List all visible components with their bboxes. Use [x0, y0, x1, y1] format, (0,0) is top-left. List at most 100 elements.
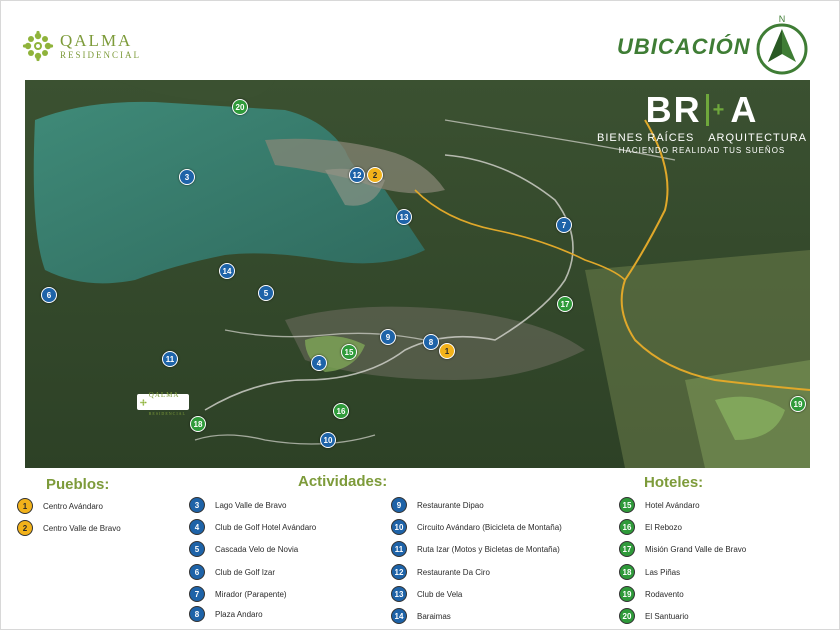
- legend-label: Cascada Velo de Novia: [215, 544, 299, 554]
- north-compass-icon: N: [756, 14, 808, 75]
- legend-label: El Santuario: [645, 611, 689, 621]
- legend-item-hotel: 17 Misión Grand Valle de Bravo: [619, 541, 746, 557]
- br-a-overlay-logo: BR + A BIENES RAÍCES ARQUITECTURA HACIEN…: [597, 89, 807, 156]
- legend-item-actividad: 9 Restaurante Dipao: [391, 497, 484, 513]
- map-marker-12[interactable]: 12: [349, 167, 365, 183]
- map-marker-14[interactable]: 14: [219, 263, 235, 279]
- satellite-map[interactable]: BR + A BIENES RAÍCES ARQUITECTURA HACIEN…: [25, 80, 810, 468]
- legend-label: Centro Avándaro: [43, 501, 103, 511]
- marker-badge: 13: [391, 586, 407, 602]
- legend-item-actividad: 11 Ruta Izar (Motos y Bicletas de Montañ…: [391, 541, 560, 557]
- legend-label: Restaurante Da Ciro: [417, 567, 490, 577]
- map-marker-7[interactable]: 7: [556, 217, 572, 233]
- br-line-right: ARQUITECTURA: [708, 132, 807, 144]
- page-title: UBICACIÓN: [617, 34, 751, 59]
- br-line-left: BIENES RAÍCES: [597, 132, 695, 144]
- marker-badge: 8: [189, 606, 205, 622]
- br-tagline: HACIENDO REALIDAD TUS SUEÑOS: [618, 146, 786, 155]
- map-marker-8[interactable]: 8: [423, 334, 439, 350]
- legend-label: Club de Golf Hotel Avándaro: [215, 522, 317, 532]
- legend-item-pueblo: 2 Centro Valle de Bravo: [17, 520, 121, 536]
- actividades-title: Actividades:: [298, 473, 388, 490]
- logo-divider: [705, 94, 709, 126]
- legend-label: Plaza Andaro: [215, 609, 263, 619]
- legend-item-actividad: 4 Club de Golf Hotel Avándaro: [189, 519, 316, 535]
- legend-label: Lago Valle de Bravo: [215, 500, 287, 510]
- legend-label: Club de Golf Izar: [215, 567, 276, 577]
- legend-label: Club de Vela: [417, 589, 463, 599]
- marker-badge: 7: [189, 586, 205, 602]
- compass-letter: N: [779, 14, 786, 24]
- legend-label: Baraimas: [417, 611, 451, 621]
- marker-badge: 20: [619, 608, 635, 624]
- legend-item-actividad: 14 Baraimas: [391, 608, 451, 624]
- map-marker-9[interactable]: 9: [380, 329, 396, 345]
- marker-badge: 15: [619, 497, 635, 513]
- map-marker-3[interactable]: 3: [179, 169, 195, 185]
- legend-label: Circuito Avándaro (Bicicleta de Montaña): [417, 522, 562, 532]
- legend-label: Restaurante Dipao: [417, 500, 484, 510]
- marker-badge: 3: [189, 497, 205, 513]
- legend-item-actividad: 7 Mirador (Parapente): [189, 586, 287, 602]
- legend-item-pueblo: 1 Centro Avándaro: [17, 498, 103, 514]
- marker-badge: 10: [391, 519, 407, 535]
- marker-badge: 6: [189, 564, 205, 580]
- flower-logo-icon: [140, 398, 147, 406]
- legend-label: Rodavento: [645, 589, 684, 599]
- map-marker-19[interactable]: 19: [790, 396, 806, 412]
- a-text: A: [730, 89, 759, 130]
- legend-label: Hotel Avándaro: [645, 500, 700, 510]
- legend-item-actividad: 10 Circuito Avándaro (Bicicleta de Monta…: [391, 519, 562, 535]
- marker-badge: 4: [189, 519, 205, 535]
- legend-item-hotel: 15 Hotel Avándaro: [619, 497, 700, 513]
- legend-item-actividad: 3 Lago Valle de Bravo: [189, 497, 286, 513]
- legend-label: Centro Valle de Bravo: [43, 523, 121, 533]
- flower-logo-icon: [22, 30, 54, 62]
- marker-badge: 12: [391, 564, 407, 580]
- map-logo-name: QALMA: [148, 391, 180, 399]
- marker-badge: 17: [619, 541, 635, 557]
- pueblos-title: Pueblos:: [46, 476, 110, 493]
- logo-name: QALMA: [60, 31, 133, 50]
- legend-item-actividad: 8 Plaza Andaro: [189, 606, 263, 622]
- map-logo-sub: RESIDENCIAL: [148, 411, 186, 416]
- map-marker-16[interactable]: 16: [333, 403, 349, 419]
- legend-label: Mirador (Parapente): [215, 589, 287, 599]
- marker-badge: 14: [391, 608, 407, 624]
- map-marker-10[interactable]: 10: [320, 432, 336, 448]
- marker-badge: 19: [619, 586, 635, 602]
- map-marker-6[interactable]: 6: [41, 287, 57, 303]
- legend-item-hotel: 18 Las Piñas: [619, 564, 680, 580]
- marker-badge: 16: [619, 519, 635, 535]
- qalma-logo[interactable]: QALMA RESIDENCIAL: [22, 30, 141, 62]
- marker-badge: 5: [189, 541, 205, 557]
- br-text: BR: [645, 89, 702, 130]
- legend-label: Ruta Izar (Motos y Bicletas de Montaña): [417, 544, 560, 554]
- map-marker-4[interactable]: 4: [311, 355, 327, 371]
- legend-item-actividad: 12 Restaurante Da Ciro: [391, 564, 490, 580]
- marker-badge: 11: [391, 541, 407, 557]
- logo-subtitle: RESIDENCIAL: [60, 50, 141, 60]
- map-marker-17[interactable]: 17: [557, 296, 573, 312]
- marker-badge: 2: [17, 520, 33, 536]
- logo-plus: +: [712, 99, 727, 121]
- map-marker-11[interactable]: 11: [162, 351, 178, 367]
- qalma-map-location[interactable]: QALMA RESIDENCIAL: [137, 391, 189, 416]
- legend-item-hotel: 20 El Santuario: [619, 608, 689, 624]
- legend-item-actividad: 6 Club de Golf Izar: [189, 564, 275, 580]
- map-marker-20[interactable]: 20: [232, 99, 248, 115]
- map-marker-5[interactable]: 5: [258, 285, 274, 301]
- hoteles-title: Hoteles:: [644, 474, 704, 491]
- legend-label: Las Piñas: [645, 567, 681, 577]
- legend-item-actividad: 5 Cascada Velo de Novia: [189, 541, 298, 557]
- map-marker-13[interactable]: 13: [396, 209, 412, 225]
- marker-badge: 18: [619, 564, 635, 580]
- map-marker-18[interactable]: 18: [190, 416, 206, 432]
- map-marker-2[interactable]: 2: [367, 167, 383, 183]
- map-marker-1[interactable]: 1: [439, 343, 455, 359]
- marker-badge: 1: [17, 498, 33, 514]
- legend-item-actividad: 13 Club de Vela: [391, 586, 462, 602]
- legend-item-hotel: 16 El Rebozo: [619, 519, 682, 535]
- marker-badge: 9: [391, 497, 407, 513]
- map-marker-15[interactable]: 15: [341, 344, 357, 360]
